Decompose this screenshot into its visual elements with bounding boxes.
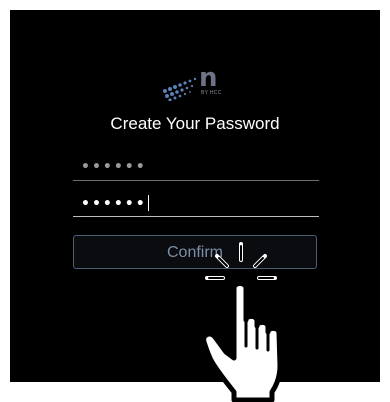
logo-subtitle: BY HCC xyxy=(201,90,222,96)
logo-letter: n xyxy=(199,63,218,93)
page-title: Create Your Password xyxy=(110,114,280,133)
app-logo: n BY HCC xyxy=(161,65,233,105)
confirm-password-text: •••••• xyxy=(81,196,147,212)
password-field[interactable]: •••••• xyxy=(73,154,319,181)
text-caret xyxy=(147,195,149,211)
dots-logo-icon xyxy=(163,77,197,101)
tap-hand-icon xyxy=(201,242,283,402)
confirm-password-value: •••••• xyxy=(81,195,149,212)
confirm-password-field[interactable]: •••••• xyxy=(73,190,319,217)
password-value: •••••• xyxy=(81,159,147,175)
